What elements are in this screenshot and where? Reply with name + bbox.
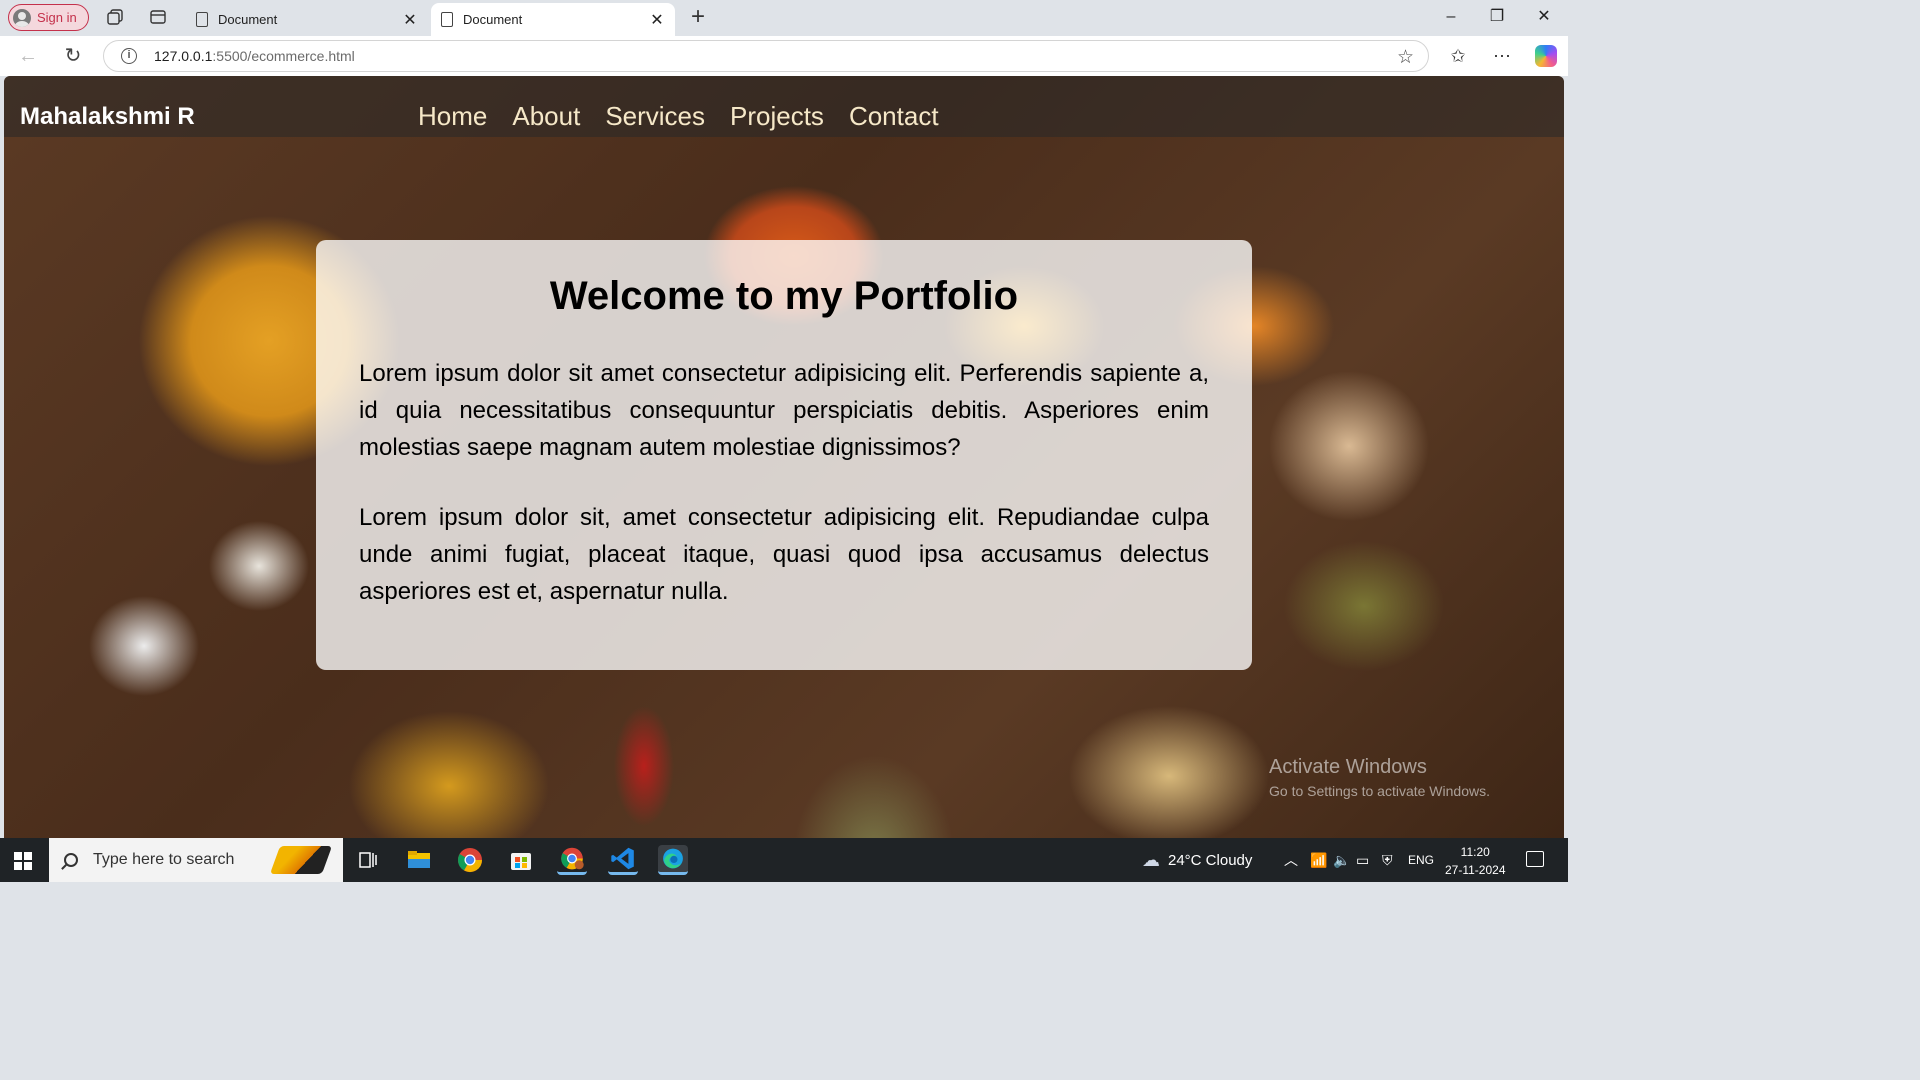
search-placeholder: Type here to search	[93, 851, 235, 868]
chrome-icon[interactable]	[455, 845, 485, 875]
refresh-icon[interactable]: ↻	[61, 44, 85, 68]
url-text[interactable]: 127.0.0.1:5500/ecommerce.html	[154, 48, 355, 64]
notification-icon[interactable]	[1526, 851, 1544, 867]
more-icon[interactable]: ⋯	[1491, 45, 1513, 67]
url-host: 127.0.0.1	[154, 48, 213, 64]
nav-link-contact[interactable]: Contact	[849, 101, 939, 132]
browser-toolbar: ← ↻ i 127.0.0.1:5500/ecommerce.html ☆ ✩ …	[0, 36, 1568, 76]
activate-windows-watermark: Activate Windows Go to Settings to activ…	[1269, 756, 1490, 799]
show-hidden-icons[interactable]: ︿	[1284, 838, 1298, 882]
new-tab-icon[interactable]: +	[686, 4, 710, 30]
document-icon	[441, 12, 453, 27]
windows-start-icon[interactable]	[14, 852, 32, 870]
tab-title: Document	[218, 12, 278, 27]
security-icon[interactable]: ⛨	[1382, 838, 1393, 882]
search-icon	[64, 853, 78, 867]
taskbar-search[interactable]: Type here to search	[49, 838, 343, 882]
clock-time: 11:20	[1460, 845, 1490, 859]
site-menu: Home About Services Projects Contact	[418, 101, 964, 132]
url-path: :5500/ecommerce.html	[212, 48, 355, 64]
task-view-icon[interactable]	[353, 845, 383, 875]
intro-paragraph-1: Lorem ipsum dolor sit amet consectetur a…	[359, 360, 1209, 461]
profile-avatar-icon	[13, 8, 31, 27]
nav-link-services[interactable]: Services	[605, 101, 705, 132]
watermark-title: Activate Windows	[1269, 756, 1427, 778]
file-explorer-icon[interactable]	[404, 845, 434, 875]
back-icon[interactable]: ←	[16, 44, 40, 68]
workspaces-icon[interactable]	[106, 8, 124, 26]
vscode-icon[interactable]	[608, 845, 638, 875]
sign-in-button[interactable]: Sign in	[8, 4, 89, 31]
taskbar-clock[interactable]: 11:20 27-11-2024	[1445, 843, 1506, 879]
clock-date: 27-11-2024	[1445, 863, 1506, 877]
restore-icon[interactable]: ❐	[1485, 6, 1509, 28]
close-tab-icon[interactable]: ✕	[649, 10, 665, 30]
minimize-icon[interactable]: –	[1439, 6, 1463, 28]
nav-link-home[interactable]: Home	[418, 101, 487, 132]
language-indicator[interactable]: ENG	[1408, 838, 1434, 882]
windows-taskbar: Type here to search ☁ 24°C Cloudy ︿ 📶 🔈 …	[0, 838, 1568, 882]
intro-paragraph-2: Lorem ipsum dolor sit, amet consectetur …	[359, 504, 1209, 605]
site-navbar: Mahalakshmi R Home About Services Projec…	[4, 76, 1564, 137]
copilot-icon[interactable]	[1535, 45, 1557, 67]
tab-actions-icon[interactable]	[149, 8, 167, 26]
page-viewport: Mahalakshmi R Home About Services Projec…	[4, 76, 1564, 838]
tab-title: Document	[463, 12, 523, 27]
weather-cloud-icon: ☁	[1142, 849, 1160, 870]
tab-document-2[interactable]: Document ✕	[431, 3, 675, 36]
favorites-icon[interactable]: ✩	[1447, 45, 1469, 67]
volume-icon[interactable]: 🔈	[1333, 838, 1350, 882]
chrome-profile-icon[interactable]	[557, 845, 587, 875]
edge-icon[interactable]	[658, 845, 688, 875]
favorite-star-icon[interactable]: ☆	[1397, 46, 1414, 69]
tab-document-1[interactable]: Document ✕	[186, 3, 428, 36]
weather-text: 24°C Cloudy	[1168, 851, 1253, 869]
page-title: Welcome to my Portfolio	[549, 274, 1019, 318]
weather-widget[interactable]: ☁ 24°C Cloudy	[1142, 838, 1252, 882]
microsoft-store-icon[interactable]	[506, 845, 536, 875]
close-window-icon[interactable]: ✕	[1532, 6, 1556, 28]
search-highlight-icon[interactable]	[269, 846, 333, 874]
nav-link-projects[interactable]: Projects	[730, 101, 824, 132]
watermark-subtitle: Go to Settings to activate Windows.	[1269, 783, 1490, 799]
site-brand: Mahalakshmi R	[20, 103, 195, 130]
info-icon[interactable]: i	[121, 48, 137, 64]
welcome-card: Welcome to my Portfolio Lorem ipsum dolo…	[316, 240, 1252, 670]
close-tab-icon[interactable]: ✕	[402, 10, 418, 30]
network-icon[interactable]: 📶	[1310, 838, 1327, 882]
document-icon	[196, 12, 208, 27]
browser-tab-strip: Sign in Document ✕ Document ✕ + – ❐ ✕	[0, 0, 1568, 36]
nav-link-about[interactable]: About	[512, 101, 580, 132]
sign-in-label: Sign in	[37, 10, 77, 25]
address-bar[interactable]: i 127.0.0.1:5500/ecommerce.html ☆	[103, 40, 1429, 72]
battery-icon[interactable]: ▭	[1356, 838, 1369, 882]
